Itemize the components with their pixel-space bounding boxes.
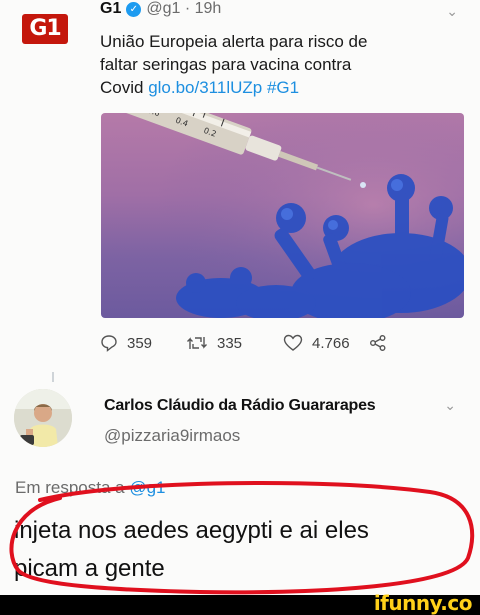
tweet-text-line: União Europeia alerta para risco de — [100, 32, 368, 51]
tweet-card[interactable]: G1 G1 ✓ @g1 · 19h ⌄ União Europeia alert… — [0, 0, 480, 365]
share-action[interactable] — [369, 334, 387, 352]
retweet-action[interactable]: 335 — [186, 334, 283, 352]
reply-handle[interactable]: @pizzaria9irmaos — [104, 426, 240, 446]
tweet-actions-bar: 359 335 4.766 — [100, 334, 387, 352]
tweet-hashtag[interactable]: #G1 — [267, 78, 299, 97]
tweet-handle-time: @g1 · 19h — [146, 0, 222, 17]
reply-count: 359 — [127, 334, 153, 352]
retweet-icon — [187, 337, 207, 349]
reply-avatar[interactable] — [14, 389, 72, 447]
tweet-display-name[interactable]: G1 — [100, 0, 121, 18]
tweet-media-image[interactable]: 0.80.60.40.2 — [101, 113, 464, 318]
reply-menu-chevron-icon[interactable]: ⌄ — [444, 398, 456, 414]
tweet-menu-chevron-icon[interactable]: ⌄ — [446, 4, 458, 20]
tweet-text: União Europeia alerta para risco de falt… — [100, 30, 450, 99]
highlight-circle-annotation — [9, 481, 475, 595]
syringe-virus-illustration: 0.80.60.40.2 — [101, 113, 464, 318]
like-count: 4.766 — [312, 334, 350, 352]
user-photo-icon — [14, 389, 72, 447]
g1-avatar-logo[interactable]: G1 — [22, 14, 68, 44]
reply-display-name[interactable]: Carlos Cláudio da Rádio Guararapes — [104, 397, 376, 415]
like-action[interactable]: 4.766 — [283, 334, 369, 352]
thread-connector-line — [52, 372, 54, 382]
share-icon — [370, 335, 386, 351]
tweet-link[interactable]: glo.bo/311lUZp — [148, 78, 262, 97]
tweet-text-line: faltar seringas para vacina contra — [100, 55, 352, 74]
tweet-header: G1 ✓ @g1 · 19h — [100, 0, 221, 18]
retweet-count: 335 — [217, 334, 243, 352]
verified-badge-icon: ✓ — [126, 1, 142, 17]
heart-icon — [283, 334, 303, 351]
ifunny-watermark-logo: ifunny.co — [373, 591, 473, 615]
reply-action[interactable]: 359 — [100, 334, 186, 352]
tweet-text-line: Covid glo.bo/311lUZp #G1 — [100, 78, 300, 97]
reply-icon — [101, 335, 117, 352]
